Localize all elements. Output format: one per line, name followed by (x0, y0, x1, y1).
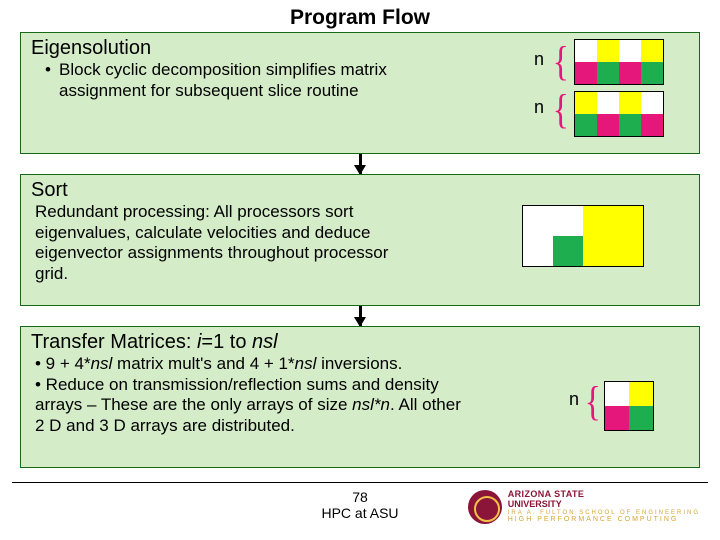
text-part: matrix mult's and 4 + 1* (112, 354, 294, 373)
eigensolution-box: Eigensolution • Block cyclic decompositi… (20, 32, 700, 154)
asu-logo-text: ARIZONA STATE UNIVERSITY IRA A. FULTON S… (508, 490, 700, 524)
sort-box: Sort Redundant processing: All processor… (20, 174, 700, 306)
sort-text: Redundant processing: All processors sor… (21, 202, 421, 293)
n-label-1: n (534, 49, 544, 70)
text-part: inversions. (316, 354, 402, 373)
transfer-bullet-2: • Reduce on transmission/reflection sums… (35, 375, 469, 437)
arrow-icon (359, 154, 362, 174)
slide-title: Program Flow (0, 0, 720, 32)
asu-logo: ARIZONA STATE UNIVERSITY IRA A. FULTON S… (468, 490, 700, 524)
eigensolution-bullet: • Block cyclic decomposition simplifies … (45, 60, 389, 101)
logo-line: IRA A. FULTON SCHOOL OF ENGINEERING (508, 510, 700, 517)
matrix-grid-4 (604, 381, 654, 431)
brace-icon: { (553, 97, 569, 126)
brace-icon: { (585, 389, 601, 418)
bullet-dot: • (45, 60, 59, 101)
matrix-grid-1 (574, 39, 664, 85)
n-label-2: n (534, 97, 544, 118)
transfer-box: Transfer Matrices: i=1 to nsl • 9 + 4*ns… (20, 326, 700, 468)
heading-part: =1 to (201, 331, 252, 353)
nsl-italic: nsl (295, 354, 317, 373)
matrix-grid-3 (522, 205, 644, 267)
heading-part: Transfer Matrices: (31, 331, 197, 353)
eigensolution-text: Block cyclic decomposition simplifies ma… (59, 60, 389, 101)
asu-logo-icon (468, 490, 502, 524)
transfer-heading: Transfer Matrices: i=1 to nsl (21, 327, 699, 354)
transfer-bullet-1: • 9 + 4*nsl matrix mult's and 4 + 1*nsl … (35, 354, 469, 375)
heading-nsl: nsl (252, 331, 278, 353)
divider (12, 482, 708, 483)
nsl-italic: nsl (91, 354, 113, 373)
nsl-italic: nsl*n (352, 395, 390, 414)
matrix-grid-2 (574, 91, 664, 137)
logo-line: HIGH PERFORMANCE COMPUTING (508, 516, 700, 524)
brace-icon: { (553, 49, 569, 78)
text-part: • 9 + 4* (35, 354, 91, 373)
n-label-3: n (569, 389, 579, 410)
logo-line: UNIVERSITY (508, 500, 700, 510)
arrow-icon (359, 306, 362, 326)
sort-heading: Sort (21, 175, 699, 202)
